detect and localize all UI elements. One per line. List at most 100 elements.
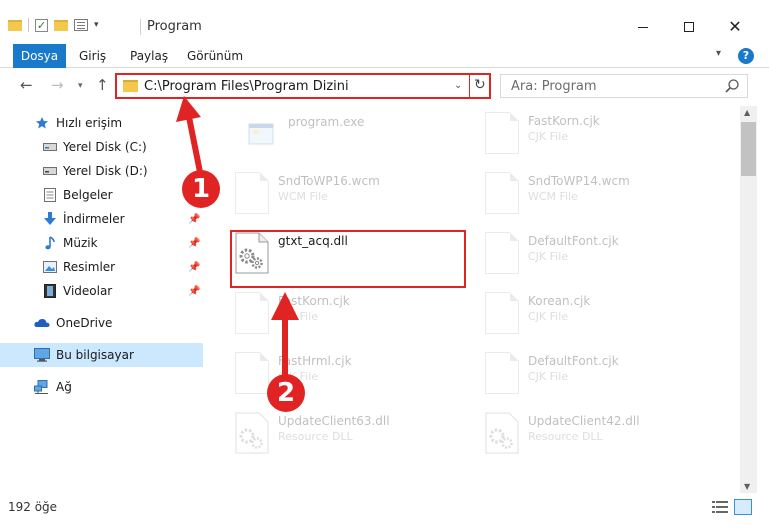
file-type: Resource DLL (278, 430, 353, 443)
search-icon[interactable] (724, 78, 740, 94)
navigation-bar: ← → ▾ ↑ C:\Program Files\Program Dizini … (0, 68, 769, 104)
file-item[interactable]: UpdateClient63.dll Resource DLL (205, 406, 445, 460)
file-item[interactable]: DefaultFont.cjk CJK File (455, 226, 695, 280)
pin-icon[interactable]: 📌 (188, 262, 200, 273)
file-type: WCM File (278, 190, 328, 203)
scroll-down-icon[interactable]: ▼ (744, 482, 750, 491)
file-item[interactable]: SndToWP14.wcm WCM File (455, 166, 695, 220)
file-name: FastHrml.cjk (278, 354, 352, 368)
file-type: CJK File (528, 130, 569, 143)
nav-item-videos[interactable]: Videolar 📌 (0, 279, 203, 303)
file-item[interactable]: FastHrml.cjk CJK File (205, 346, 445, 400)
file-name: program.exe (288, 115, 365, 129)
forward-arrow-icon[interactable]: → (51, 78, 64, 93)
item-count: 192 öğe (8, 500, 58, 514)
pin-icon[interactable]: 📌 (188, 238, 200, 249)
nav-item-label: Yerel Disk (D:) (63, 164, 148, 178)
file-name: FastKorn.cjk (278, 294, 350, 308)
file-type: CJK File (278, 310, 319, 323)
pin-icon[interactable]: 📌 (188, 214, 200, 225)
ribbon-expand-icon[interactable]: ▾ (716, 48, 721, 59)
window-title: Program (147, 19, 202, 34)
file-name: Korean.cjk (528, 294, 591, 308)
navigation-pane: Hızlı erişim Yerel Disk (C:) Yerel Disk … (0, 106, 205, 493)
file-item[interactable]: FastKorn.cjk CJK File (455, 106, 695, 160)
scroll-up-icon[interactable]: ▲ (744, 108, 750, 117)
file-item[interactable]: DefaultFont.cjk CJK File (455, 346, 695, 400)
nav-item-label: OneDrive (56, 316, 113, 330)
address-divider (469, 75, 470, 97)
scroll-thumb[interactable] (741, 122, 756, 176)
highlight-box (230, 230, 466, 288)
cloud-icon (34, 315, 50, 331)
search-box[interactable]: Ara: Program (500, 74, 748, 98)
refresh-icon[interactable]: ↻ (474, 77, 486, 93)
nav-item-label: Ağ (56, 380, 72, 394)
nav-item-local-disk-c[interactable]: Yerel Disk (C:) (0, 135, 203, 159)
file-item[interactable]: program.exe (215, 106, 455, 160)
maximize-icon (684, 22, 694, 32)
close-button[interactable]: ✕ (712, 12, 758, 42)
videos-icon (42, 283, 58, 299)
address-bar[interactable]: C:\Program Files\Program Dizini ⌄ ↻ (115, 73, 491, 99)
new-folder-icon[interactable] (54, 19, 68, 31)
quick-access-toolbar: ✓ ▾ (8, 18, 99, 32)
nav-item-label: İndirmeler (63, 212, 125, 226)
properties-icon[interactable] (74, 19, 88, 31)
tab-view[interactable]: Görünüm (187, 44, 243, 68)
ribbon-tabs: Dosya Giriş Paylaş Görünüm ▾ ? (0, 44, 769, 68)
drive-icon (42, 139, 58, 155)
status-bar: 192 öğe (0, 495, 769, 519)
nav-item-documents[interactable]: Belgeler (0, 183, 203, 207)
nav-item-onedrive[interactable]: OneDrive (0, 311, 203, 335)
pin-icon[interactable]: 📌 (188, 286, 200, 297)
nav-item-downloads[interactable]: İndirmeler 📌 (0, 207, 203, 231)
maximize-button[interactable] (666, 12, 712, 42)
back-arrow-icon[interactable]: ← (20, 78, 33, 93)
qat-separator (28, 18, 29, 32)
nav-item-this-pc[interactable]: Bu bilgisayar (0, 343, 203, 367)
details-view-icon[interactable] (712, 500, 728, 514)
dll-gear-icon (235, 412, 269, 454)
exe-icon (245, 112, 279, 154)
file-name: SndToWP16.wcm (278, 174, 380, 188)
file-item[interactable]: Korean.cjk CJK File (455, 286, 695, 340)
close-icon: ✕ (728, 17, 742, 36)
nav-item-local-disk-d[interactable]: Yerel Disk (D:) (0, 159, 203, 183)
vertical-scrollbar[interactable]: ▲ ▼ (740, 106, 757, 493)
tab-share[interactable]: Paylaş (130, 44, 168, 68)
nav-item-label: Yerel Disk (C:) (63, 140, 147, 154)
file-icon (485, 352, 519, 394)
file-item[interactable]: UpdateClient42.dll Resource DLL (455, 406, 695, 460)
qat-dropdown-icon[interactable]: ▾ (94, 20, 99, 30)
file-name: DefaultFont.cjk (528, 354, 619, 368)
file-name: UpdateClient42.dll (528, 414, 640, 428)
search-placeholder[interactable]: Ara: Program (511, 79, 597, 94)
file-icon (485, 172, 519, 214)
file-icon (235, 292, 269, 334)
address-path[interactable]: C:\Program Files\Program Dizini (144, 79, 349, 94)
file-icon (485, 292, 519, 334)
folder-icon (123, 80, 138, 92)
tiles-view-icon[interactable] (734, 499, 752, 515)
file-icon (485, 232, 519, 274)
help-icon[interactable]: ? (738, 48, 754, 64)
minimize-button[interactable] (620, 12, 666, 42)
file-item[interactable]: FastKorn.cjk CJK File (205, 286, 445, 340)
address-dropdown-icon[interactable]: ⌄ (454, 80, 462, 91)
nav-item-network[interactable]: Ağ (0, 375, 203, 399)
tab-file[interactable]: Dosya (13, 44, 66, 68)
tab-home[interactable]: Giriş (79, 44, 106, 68)
nav-item-pictures[interactable]: Resimler 📌 (0, 255, 203, 279)
file-list: program.exe FastKorn.cjk CJK File SndToW… (205, 106, 740, 493)
file-type: Resource DLL (528, 430, 603, 443)
file-type: CJK File (528, 370, 569, 383)
up-arrow-icon[interactable]: ↑ (96, 78, 109, 93)
nav-item-music[interactable]: Müzik 📌 (0, 231, 203, 255)
recent-locations-icon[interactable]: ▾ (78, 82, 83, 91)
file-item[interactable]: SndToWP16.wcm WCM File (205, 166, 445, 220)
nav-item-quick-access[interactable]: Hızlı erişim (0, 111, 203, 135)
file-explorer-window: ✓ ▾ Program ✕ Dosya Giriş Paylaş Görünüm… (0, 0, 769, 529)
music-icon (42, 235, 58, 251)
properties-check-icon[interactable]: ✓ (35, 18, 48, 32)
